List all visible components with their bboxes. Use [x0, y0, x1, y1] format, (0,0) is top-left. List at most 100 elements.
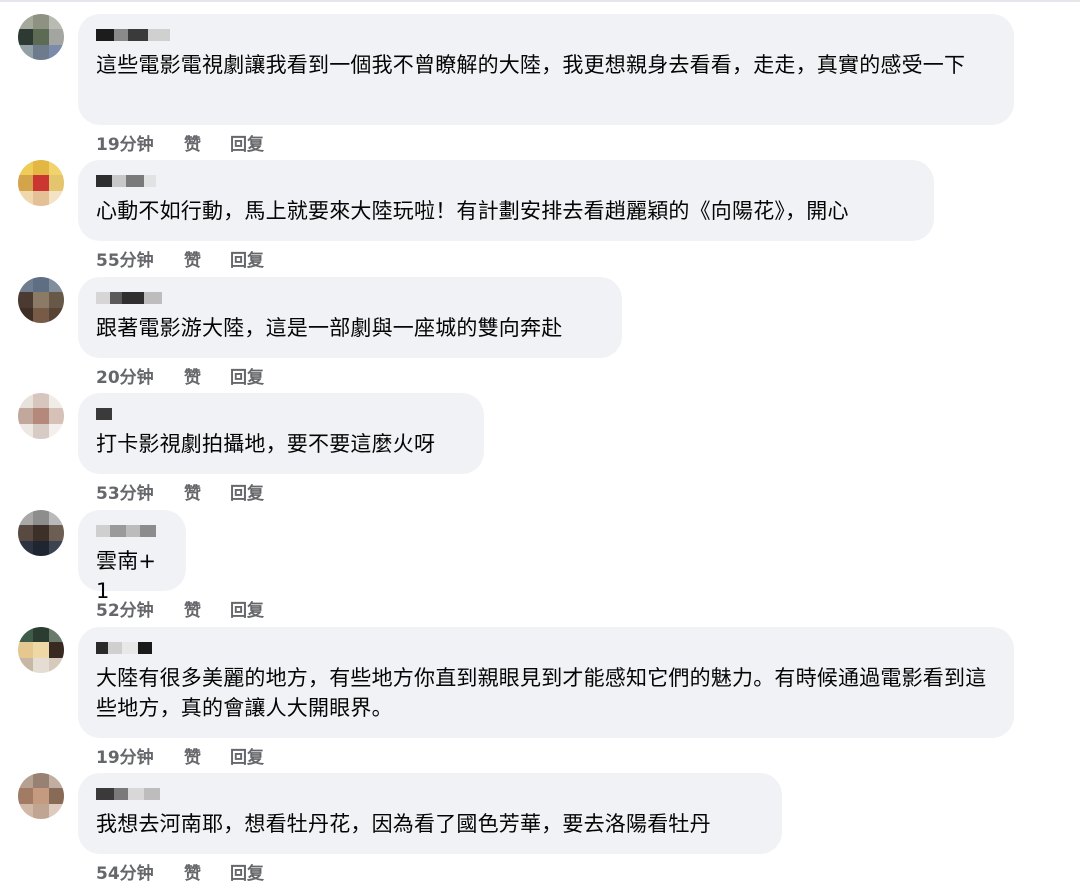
avatar[interactable]: [18, 160, 64, 206]
avatar-pixel: [18, 29, 34, 45]
avatar-pixel: [48, 292, 64, 308]
name-redaction-block: [122, 642, 138, 654]
comment-text: 我想去河南耶，想看牡丹花，因為看了國色芳華，要去洛陽看牡丹: [96, 812, 711, 836]
avatar-pixel: [48, 525, 64, 541]
like-button[interactable]: 赞: [184, 859, 230, 884]
author-name-redacted[interactable]: [96, 525, 168, 537]
avatar-pixel: [48, 408, 64, 424]
avatar-pixel: [48, 14, 64, 30]
avatar-pixel: [18, 292, 34, 308]
avatar-pixel: [33, 29, 49, 45]
reply-button[interactable]: 回复: [230, 859, 264, 884]
comment-bubble: 雲南+1: [78, 510, 186, 603]
avatar-pixel: [48, 788, 64, 804]
like-button[interactable]: 赞: [184, 596, 230, 621]
like-button[interactable]: 赞: [184, 246, 230, 271]
name-redaction-block: [110, 525, 126, 537]
comment-text: 大陸有很多美麗的地方，有些地方你直到親眼見到才能感知它們的魅力。有時候通過電影看…: [96, 666, 987, 720]
reply-button[interactable]: 回复: [230, 479, 264, 504]
like-button[interactable]: 赞: [184, 743, 230, 768]
avatar-pixel: [33, 525, 49, 541]
avatar-pixel: [18, 510, 34, 526]
author-name-redacted[interactable]: [96, 642, 996, 654]
avatar-pixel: [33, 307, 49, 323]
name-redaction-block: [138, 642, 152, 654]
name-redaction-block: [108, 642, 122, 654]
avatar-pixel: [33, 408, 49, 424]
name-redaction-block: [96, 29, 114, 41]
reply-button[interactable]: 回复: [230, 596, 264, 621]
avatar-pixel: [18, 540, 34, 556]
avatar-pixel: [18, 408, 34, 424]
reply-button[interactable]: 回复: [230, 130, 264, 155]
avatar-pixel: [33, 393, 49, 409]
avatar-pixel: [18, 788, 34, 804]
author-name-redacted[interactable]: [96, 29, 996, 41]
comment-bubble: 打卡影視劇拍攝地，要不要這麼火呀: [78, 393, 484, 474]
comment-timestamp[interactable]: 19分钟: [96, 130, 184, 155]
avatar-pixel: [48, 540, 64, 556]
name-redaction-block: [128, 29, 148, 41]
avatar-pixel: [48, 803, 64, 819]
author-name-redacted[interactable]: [96, 788, 764, 800]
reply-button[interactable]: 回复: [230, 246, 264, 271]
comment-timestamp[interactable]: 52分钟: [96, 596, 184, 621]
name-redaction-block: [110, 292, 122, 304]
avatar[interactable]: [18, 510, 64, 556]
author-name-redacted[interactable]: [96, 408, 466, 420]
comment-text: 跟著電影游大陸，這是一部劇與一座城的雙向奔赴: [96, 316, 563, 340]
name-redaction-block: [128, 788, 144, 800]
comment-timestamp[interactable]: 54分钟: [96, 859, 184, 884]
comment-actions: 54分钟 赞 回复: [96, 859, 264, 884]
comment-actions: 55分钟 赞 回复: [96, 246, 264, 271]
avatar-pixel: [18, 803, 34, 819]
avatar-pixel: [18, 525, 34, 541]
author-name-redacted[interactable]: [96, 175, 916, 187]
comment-timestamp[interactable]: 53分钟: [96, 479, 184, 504]
avatar-pixel: [48, 307, 64, 323]
avatar-pixel: [18, 175, 34, 191]
avatar-pixel: [18, 190, 34, 206]
name-redaction-block: [96, 175, 112, 187]
avatar-pixel: [48, 657, 64, 673]
name-redaction-block: [148, 29, 170, 41]
avatar-pixel: [33, 44, 49, 60]
comment-timestamp[interactable]: 20分钟: [96, 363, 184, 388]
author-name-redacted[interactable]: [96, 292, 604, 304]
avatar-pixel: [48, 627, 64, 643]
avatar[interactable]: [18, 393, 64, 439]
comment-actions: 19分钟 赞 回复: [96, 743, 264, 768]
name-redaction-block: [126, 175, 144, 187]
comment-bubble: 這些電影電視劇讓我看到一個我不曾瞭解的大陸，我更想親身去看看，走走，真實的感受一…: [78, 14, 1014, 125]
name-redaction-block: [112, 175, 126, 187]
avatar-pixel: [48, 773, 64, 789]
comment-bubble: 跟著電影游大陸，這是一部劇與一座城的雙向奔赴: [78, 277, 622, 358]
comment-timestamp[interactable]: 19分钟: [96, 743, 184, 768]
name-redaction-block: [114, 788, 128, 800]
reply-button[interactable]: 回复: [230, 743, 264, 768]
avatar-pixel: [33, 292, 49, 308]
avatar-pixel: [33, 277, 49, 293]
reply-button[interactable]: 回复: [230, 363, 264, 388]
avatar-pixel: [48, 423, 64, 439]
avatar-pixel: [18, 14, 34, 30]
avatar[interactable]: [18, 773, 64, 819]
avatar-pixel: [33, 14, 49, 30]
avatar[interactable]: [18, 627, 64, 673]
comment-timestamp[interactable]: 55分钟: [96, 246, 184, 271]
avatar-pixel: [18, 627, 34, 643]
name-redaction-block: [122, 292, 144, 304]
avatar-pixel: [33, 642, 49, 658]
avatar-pixel: [18, 423, 34, 439]
avatar[interactable]: [18, 14, 64, 60]
avatar-pixel: [18, 307, 34, 323]
like-button[interactable]: 赞: [184, 479, 230, 504]
comment-actions: 53分钟 赞 回复: [96, 479, 264, 504]
avatar-pixel: [33, 175, 49, 191]
avatar[interactable]: [18, 277, 64, 323]
avatar-pixel: [18, 773, 34, 789]
name-redaction-block: [144, 788, 160, 800]
like-button[interactable]: 赞: [184, 363, 230, 388]
name-redaction-block: [96, 788, 114, 800]
like-button[interactable]: 赞: [184, 130, 230, 155]
